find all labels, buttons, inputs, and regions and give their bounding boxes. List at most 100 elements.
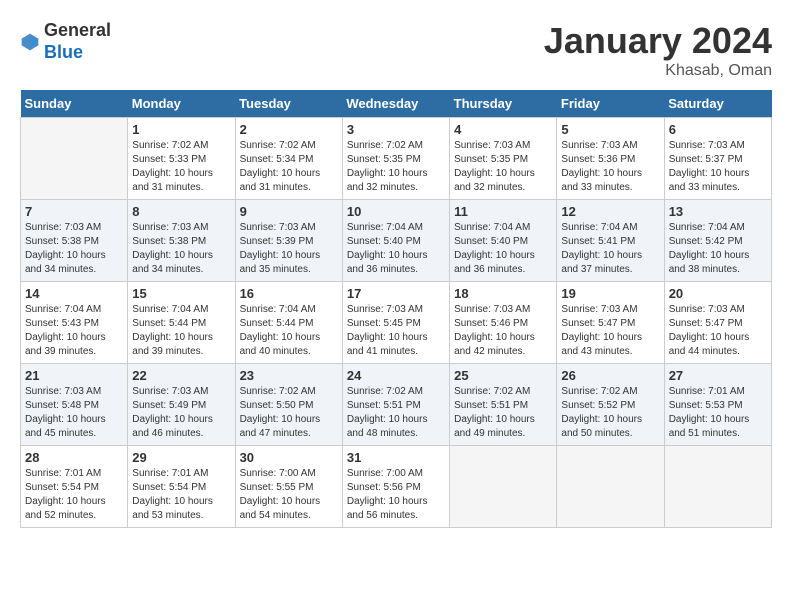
calendar-cell: 28 Sunrise: 7:01 AMSunset: 5:54 PMDayligh…	[21, 446, 128, 528]
logo-icon	[20, 32, 40, 52]
day-number: 30	[240, 450, 338, 465]
cell-info: Sunrise: 7:03 AMSunset: 5:37 PMDaylight:…	[669, 139, 767, 195]
day-number: 26	[561, 368, 659, 383]
day-number: 20	[669, 286, 767, 301]
cell-info: Sunrise: 7:04 AMSunset: 5:44 PMDaylight:…	[132, 303, 230, 359]
cell-info: Sunrise: 7:03 AMSunset: 5:47 PMDaylight:…	[669, 303, 767, 359]
day-number: 24	[347, 368, 445, 383]
cell-info: Sunrise: 7:03 AMSunset: 5:46 PMDaylight:…	[454, 303, 552, 359]
title-section: January 2024 Khasab, Oman	[544, 20, 772, 80]
day-number: 18	[454, 286, 552, 301]
calendar-cell: 9 Sunrise: 7:03 AMSunset: 5:39 PMDaylight…	[235, 200, 342, 282]
location-title: Khasab, Oman	[544, 62, 772, 80]
calendar-body: 1 Sunrise: 7:02 AMSunset: 5:33 PMDaylight…	[21, 118, 772, 528]
day-number: 28	[25, 450, 123, 465]
header-day-thursday: Thursday	[450, 90, 557, 118]
cell-info: Sunrise: 7:00 AMSunset: 5:55 PMDaylight:…	[240, 467, 338, 523]
cell-info: Sunrise: 7:04 AMSunset: 5:41 PMDaylight:…	[561, 221, 659, 277]
cell-info: Sunrise: 7:04 AMSunset: 5:42 PMDaylight:…	[669, 221, 767, 277]
calendar-cell	[21, 118, 128, 200]
cell-info: Sunrise: 7:01 AMSunset: 5:54 PMDaylight:…	[25, 467, 123, 523]
calendar-week-2: 7 Sunrise: 7:03 AMSunset: 5:38 PMDaylight…	[21, 200, 772, 282]
calendar-cell: 22Sunrise: 7:03 AMSunset: 5:49 PMDayligh…	[128, 364, 235, 446]
calendar-cell: 23 Sunrise: 7:02 AMSunset: 5:50 PMDayligh…	[235, 364, 342, 446]
day-number: 17	[347, 286, 445, 301]
cell-info: Sunrise: 7:04 AMSunset: 5:44 PMDaylight:…	[240, 303, 338, 359]
day-number: 31	[347, 450, 445, 465]
cell-info: Sunrise: 7:00 AMSunset: 5:56 PMDaylight:…	[347, 467, 445, 523]
header-day-tuesday: Tuesday	[235, 90, 342, 118]
calendar-cell: 4Sunrise: 7:03 AMSunset: 5:35 PMDaylight…	[450, 118, 557, 200]
header-day-saturday: Saturday	[664, 90, 771, 118]
day-number: 29	[132, 450, 230, 465]
cell-info: Sunrise: 7:02 AMSunset: 5:34 PMDaylight:…	[240, 139, 338, 195]
calendar-cell: 12 Sunrise: 7:04 AMSunset: 5:41 PMDayligh…	[557, 200, 664, 282]
day-number: 12	[561, 204, 659, 219]
cell-info: Sunrise: 7:02 AMSunset: 5:50 PMDaylight:…	[240, 385, 338, 441]
day-number: 14	[25, 286, 123, 301]
cell-info: Sunrise: 7:03 AMSunset: 5:45 PMDaylight:…	[347, 303, 445, 359]
calendar-cell: 8 Sunrise: 7:03 AMSunset: 5:38 PMDaylight…	[128, 200, 235, 282]
page-header: General Blue January 2024 Khasab, Oman	[20, 20, 772, 80]
cell-info: Sunrise: 7:03 AMSunset: 5:48 PMDaylight:…	[25, 385, 123, 441]
cell-info: Sunrise: 7:03 AMSunset: 5:38 PMDaylight:…	[132, 221, 230, 277]
day-number: 21	[25, 368, 123, 383]
header-day-sunday: Sunday	[21, 90, 128, 118]
day-number: 19	[561, 286, 659, 301]
header-day-monday: Monday	[128, 90, 235, 118]
day-number: 15	[132, 286, 230, 301]
day-number: 16	[240, 286, 338, 301]
day-number: 23	[240, 368, 338, 383]
calendar-week-5: 28 Sunrise: 7:01 AMSunset: 5:54 PMDayligh…	[21, 446, 772, 528]
calendar-week-1: 1 Sunrise: 7:02 AMSunset: 5:33 PMDaylight…	[21, 118, 772, 200]
calendar-cell: 19 Sunrise: 7:03 AMSunset: 5:47 PMDayligh…	[557, 282, 664, 364]
cell-info: Sunrise: 7:01 AMSunset: 5:54 PMDaylight:…	[132, 467, 230, 523]
calendar-cell: 29 Sunrise: 7:01 AMSunset: 5:54 PMDayligh…	[128, 446, 235, 528]
day-number: 25	[454, 368, 552, 383]
calendar-cell: 20 Sunrise: 7:03 AMSunset: 5:47 PMDayligh…	[664, 282, 771, 364]
day-number: 8	[132, 204, 230, 219]
calendar-cell: 16 Sunrise: 7:04 AMSunset: 5:44 PMDayligh…	[235, 282, 342, 364]
cell-info: Sunrise: 7:02 AMSunset: 5:51 PMDaylight:…	[347, 385, 445, 441]
day-number: 10	[347, 204, 445, 219]
calendar-cell: 25 Sunrise: 7:02 AMSunset: 5:51 PMDayligh…	[450, 364, 557, 446]
cell-info: Sunrise: 7:02 AMSunset: 5:33 PMDaylight:…	[132, 139, 230, 195]
calendar-cell: 26 Sunrise: 7:02 AMSunset: 5:52 PMDayligh…	[557, 364, 664, 446]
logo: General Blue	[20, 20, 111, 63]
day-number: 9	[240, 204, 338, 219]
day-number: 7	[25, 204, 123, 219]
day-number: 13	[669, 204, 767, 219]
cell-info: Sunrise: 7:04 AMSunset: 5:43 PMDaylight:…	[25, 303, 123, 359]
calendar-cell: 30 Sunrise: 7:00 AMSunset: 5:55 PMDayligh…	[235, 446, 342, 528]
cell-info: Sunrise: 7:03 AMSunset: 5:35 PMDaylight:…	[454, 139, 552, 195]
month-title: January 2024	[544, 20, 772, 62]
header-day-friday: Friday	[557, 90, 664, 118]
calendar-cell: 3 Sunrise: 7:02 AMSunset: 5:35 PMDaylight…	[342, 118, 449, 200]
calendar-cell	[664, 446, 771, 528]
calendar-cell: 24 Sunrise: 7:02 AMSunset: 5:51 PMDayligh…	[342, 364, 449, 446]
day-number: 2	[240, 122, 338, 137]
calendar-cell	[557, 446, 664, 528]
calendar-cell: 7Sunrise: 7:03 AMSunset: 5:38 PMDaylight…	[21, 200, 128, 282]
cell-info: Sunrise: 7:03 AMSunset: 5:39 PMDaylight:…	[240, 221, 338, 277]
header-row: SundayMondayTuesdayWednesdayThursdayFrid…	[21, 90, 772, 118]
calendar-cell: 11Sunrise: 7:04 AMSunset: 5:40 PMDayligh…	[450, 200, 557, 282]
cell-info: Sunrise: 7:02 AMSunset: 5:51 PMDaylight:…	[454, 385, 552, 441]
calendar-cell: 15 Sunrise: 7:04 AMSunset: 5:44 PMDayligh…	[128, 282, 235, 364]
calendar-cell: 5Sunrise: 7:03 AMSunset: 5:36 PMDaylight…	[557, 118, 664, 200]
calendar-header: SundayMondayTuesdayWednesdayThursdayFrid…	[21, 90, 772, 118]
calendar-cell: 31 Sunrise: 7:00 AMSunset: 5:56 PMDayligh…	[342, 446, 449, 528]
day-number: 27	[669, 368, 767, 383]
calendar-cell: 10Sunrise: 7:04 AMSunset: 5:40 PMDayligh…	[342, 200, 449, 282]
cell-info: Sunrise: 7:03 AMSunset: 5:47 PMDaylight:…	[561, 303, 659, 359]
header-day-wednesday: Wednesday	[342, 90, 449, 118]
calendar-cell: 18 Sunrise: 7:03 AMSunset: 5:46 PMDayligh…	[450, 282, 557, 364]
calendar-week-4: 21 Sunrise: 7:03 AMSunset: 5:48 PMDayligh…	[21, 364, 772, 446]
day-number: 1	[132, 122, 230, 137]
cell-info: Sunrise: 7:02 AMSunset: 5:35 PMDaylight:…	[347, 139, 445, 195]
day-number: 3	[347, 122, 445, 137]
calendar-cell: 27Sunrise: 7:01 AMSunset: 5:53 PMDayligh…	[664, 364, 771, 446]
cell-info: Sunrise: 7:02 AMSunset: 5:52 PMDaylight:…	[561, 385, 659, 441]
calendar-cell: 6Sunrise: 7:03 AMSunset: 5:37 PMDaylight…	[664, 118, 771, 200]
cell-info: Sunrise: 7:03 AMSunset: 5:49 PMDaylight:…	[132, 385, 230, 441]
